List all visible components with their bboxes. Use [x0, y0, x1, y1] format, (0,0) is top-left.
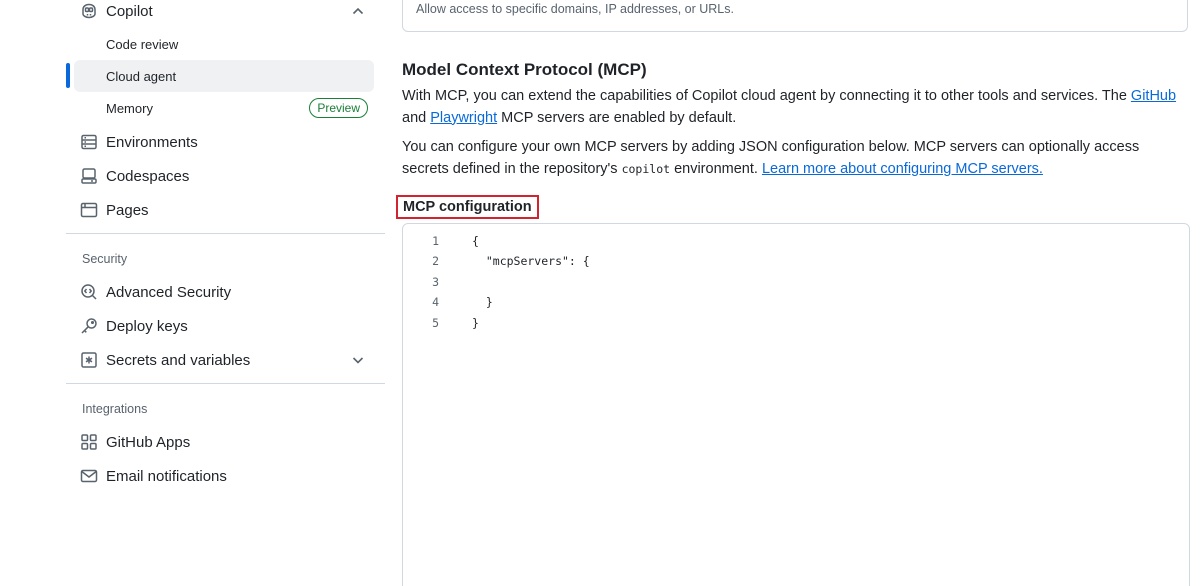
sidebar-item-label: Environments — [106, 133, 198, 151]
sidebar-item-label: Codespaces — [106, 167, 190, 185]
sidebar-item-secrets-and-variables[interactable]: Secrets and variables — [74, 344, 374, 376]
sidebar-item-deploy-keys[interactable]: Deploy keys — [74, 310, 374, 342]
chevron-up-icon[interactable] — [350, 3, 366, 19]
line-text[interactable]: "mcpServers": { — [472, 254, 590, 268]
integrations-heading: Integrations — [82, 402, 148, 416]
codescan-icon — [80, 283, 98, 301]
configure-text-middle: environment. — [670, 160, 762, 177]
mcp-intro-text: With MCP, you can extend the capabilitie… — [402, 86, 1182, 129]
server-icon — [80, 133, 98, 151]
line-number: 4 — [432, 295, 439, 309]
intro-text-end: MCP servers are enabled by default. — [497, 109, 737, 126]
sidebar-item-advanced-security[interactable]: Advanced Security — [74, 276, 374, 308]
line-text[interactable]: } — [472, 316, 479, 330]
sidebar-item-email-notifications[interactable]: Email notifications — [74, 460, 374, 492]
card-description: Allow access to specific domains, IP add… — [416, 2, 734, 16]
sidebar-item-codespaces[interactable]: Codespaces — [74, 160, 374, 192]
sidebar-item-label: GitHub Apps — [106, 433, 191, 451]
sidebar-item-memory[interactable]: Memory Preview — [74, 92, 374, 124]
github-link[interactable]: GitHub — [1131, 88, 1176, 104]
mcp-configuration-label: MCP configuration — [396, 195, 539, 219]
mcp-section-title: Model Context Protocol (MCP) — [402, 60, 647, 79]
preview-badge: Preview — [309, 98, 368, 118]
sidebar-item-label: Secrets and variables — [106, 351, 251, 369]
main-content: Allow access to specific domains, IP add… — [396, 0, 1200, 586]
line-number: 1 — [432, 234, 439, 248]
codespaces-icon — [80, 167, 98, 185]
security-heading: Security — [82, 252, 128, 266]
sidebar-item-label: Pages — [106, 201, 149, 219]
sidebar-item-code-review[interactable]: Code review — [74, 28, 374, 60]
sidebar-item-label: Email notifications — [106, 467, 227, 485]
mcp-configure-text: You can configure your own MCP servers b… — [402, 137, 1182, 180]
mcp-json-editor[interactable]: 1 { 2 "mcpServers": { 3 4 } 5 } — [402, 223, 1190, 586]
copilot-icon — [80, 2, 98, 20]
chevron-right-icon[interactable] — [1161, 0, 1173, 7]
firewall-allowlist-card[interactable]: Allow access to specific domains, IP add… — [402, 0, 1188, 32]
sidebar-item-label: Cloud agent — [106, 68, 177, 84]
line-number: 2 — [432, 254, 439, 268]
line-text[interactable]: } — [472, 295, 493, 309]
sidebar-item-copilot[interactable]: Copilot — [74, 0, 374, 27]
sidebar-item-label: Copilot — [106, 2, 153, 20]
chevron-down-icon[interactable] — [350, 352, 366, 368]
intro-text-start: With MCP, you can extend the capabilitie… — [402, 88, 1131, 104]
line-text[interactable]: { — [472, 234, 479, 248]
settings-sidebar: Copilot Code review Cloud agent Memory P… — [0, 0, 392, 586]
browser-icon — [80, 201, 98, 219]
asterisk-icon — [80, 351, 98, 369]
key-icon — [80, 317, 98, 335]
apps-icon — [80, 433, 98, 451]
active-item-indicator — [66, 63, 70, 88]
sidebar-item-label: Advanced Security — [106, 283, 232, 301]
sidebar-item-label: Memory — [106, 100, 153, 116]
sidebar-item-label: Deploy keys — [106, 317, 188, 335]
sidebar-item-environments[interactable]: Environments — [74, 126, 374, 158]
sidebar-item-github-apps[interactable]: GitHub Apps — [74, 426, 374, 458]
line-number: 5 — [432, 316, 439, 330]
sidebar-item-label: Code review — [106, 36, 179, 52]
intro-text-middle: and — [402, 109, 431, 126]
sidebar-item-cloud-agent[interactable]: Cloud agent — [74, 60, 374, 92]
learn-more-link[interactable]: Learn more about configuring MCP servers… — [762, 161, 1043, 177]
sidebar-divider — [66, 383, 385, 384]
mail-icon — [80, 467, 98, 485]
sidebar-divider — [66, 233, 385, 234]
sidebar-item-pages[interactable]: Pages — [74, 194, 374, 226]
environment-name-code: copilot — [621, 161, 671, 176]
line-number: 3 — [432, 275, 439, 289]
playwright-link[interactable]: Playwright — [430, 110, 497, 126]
